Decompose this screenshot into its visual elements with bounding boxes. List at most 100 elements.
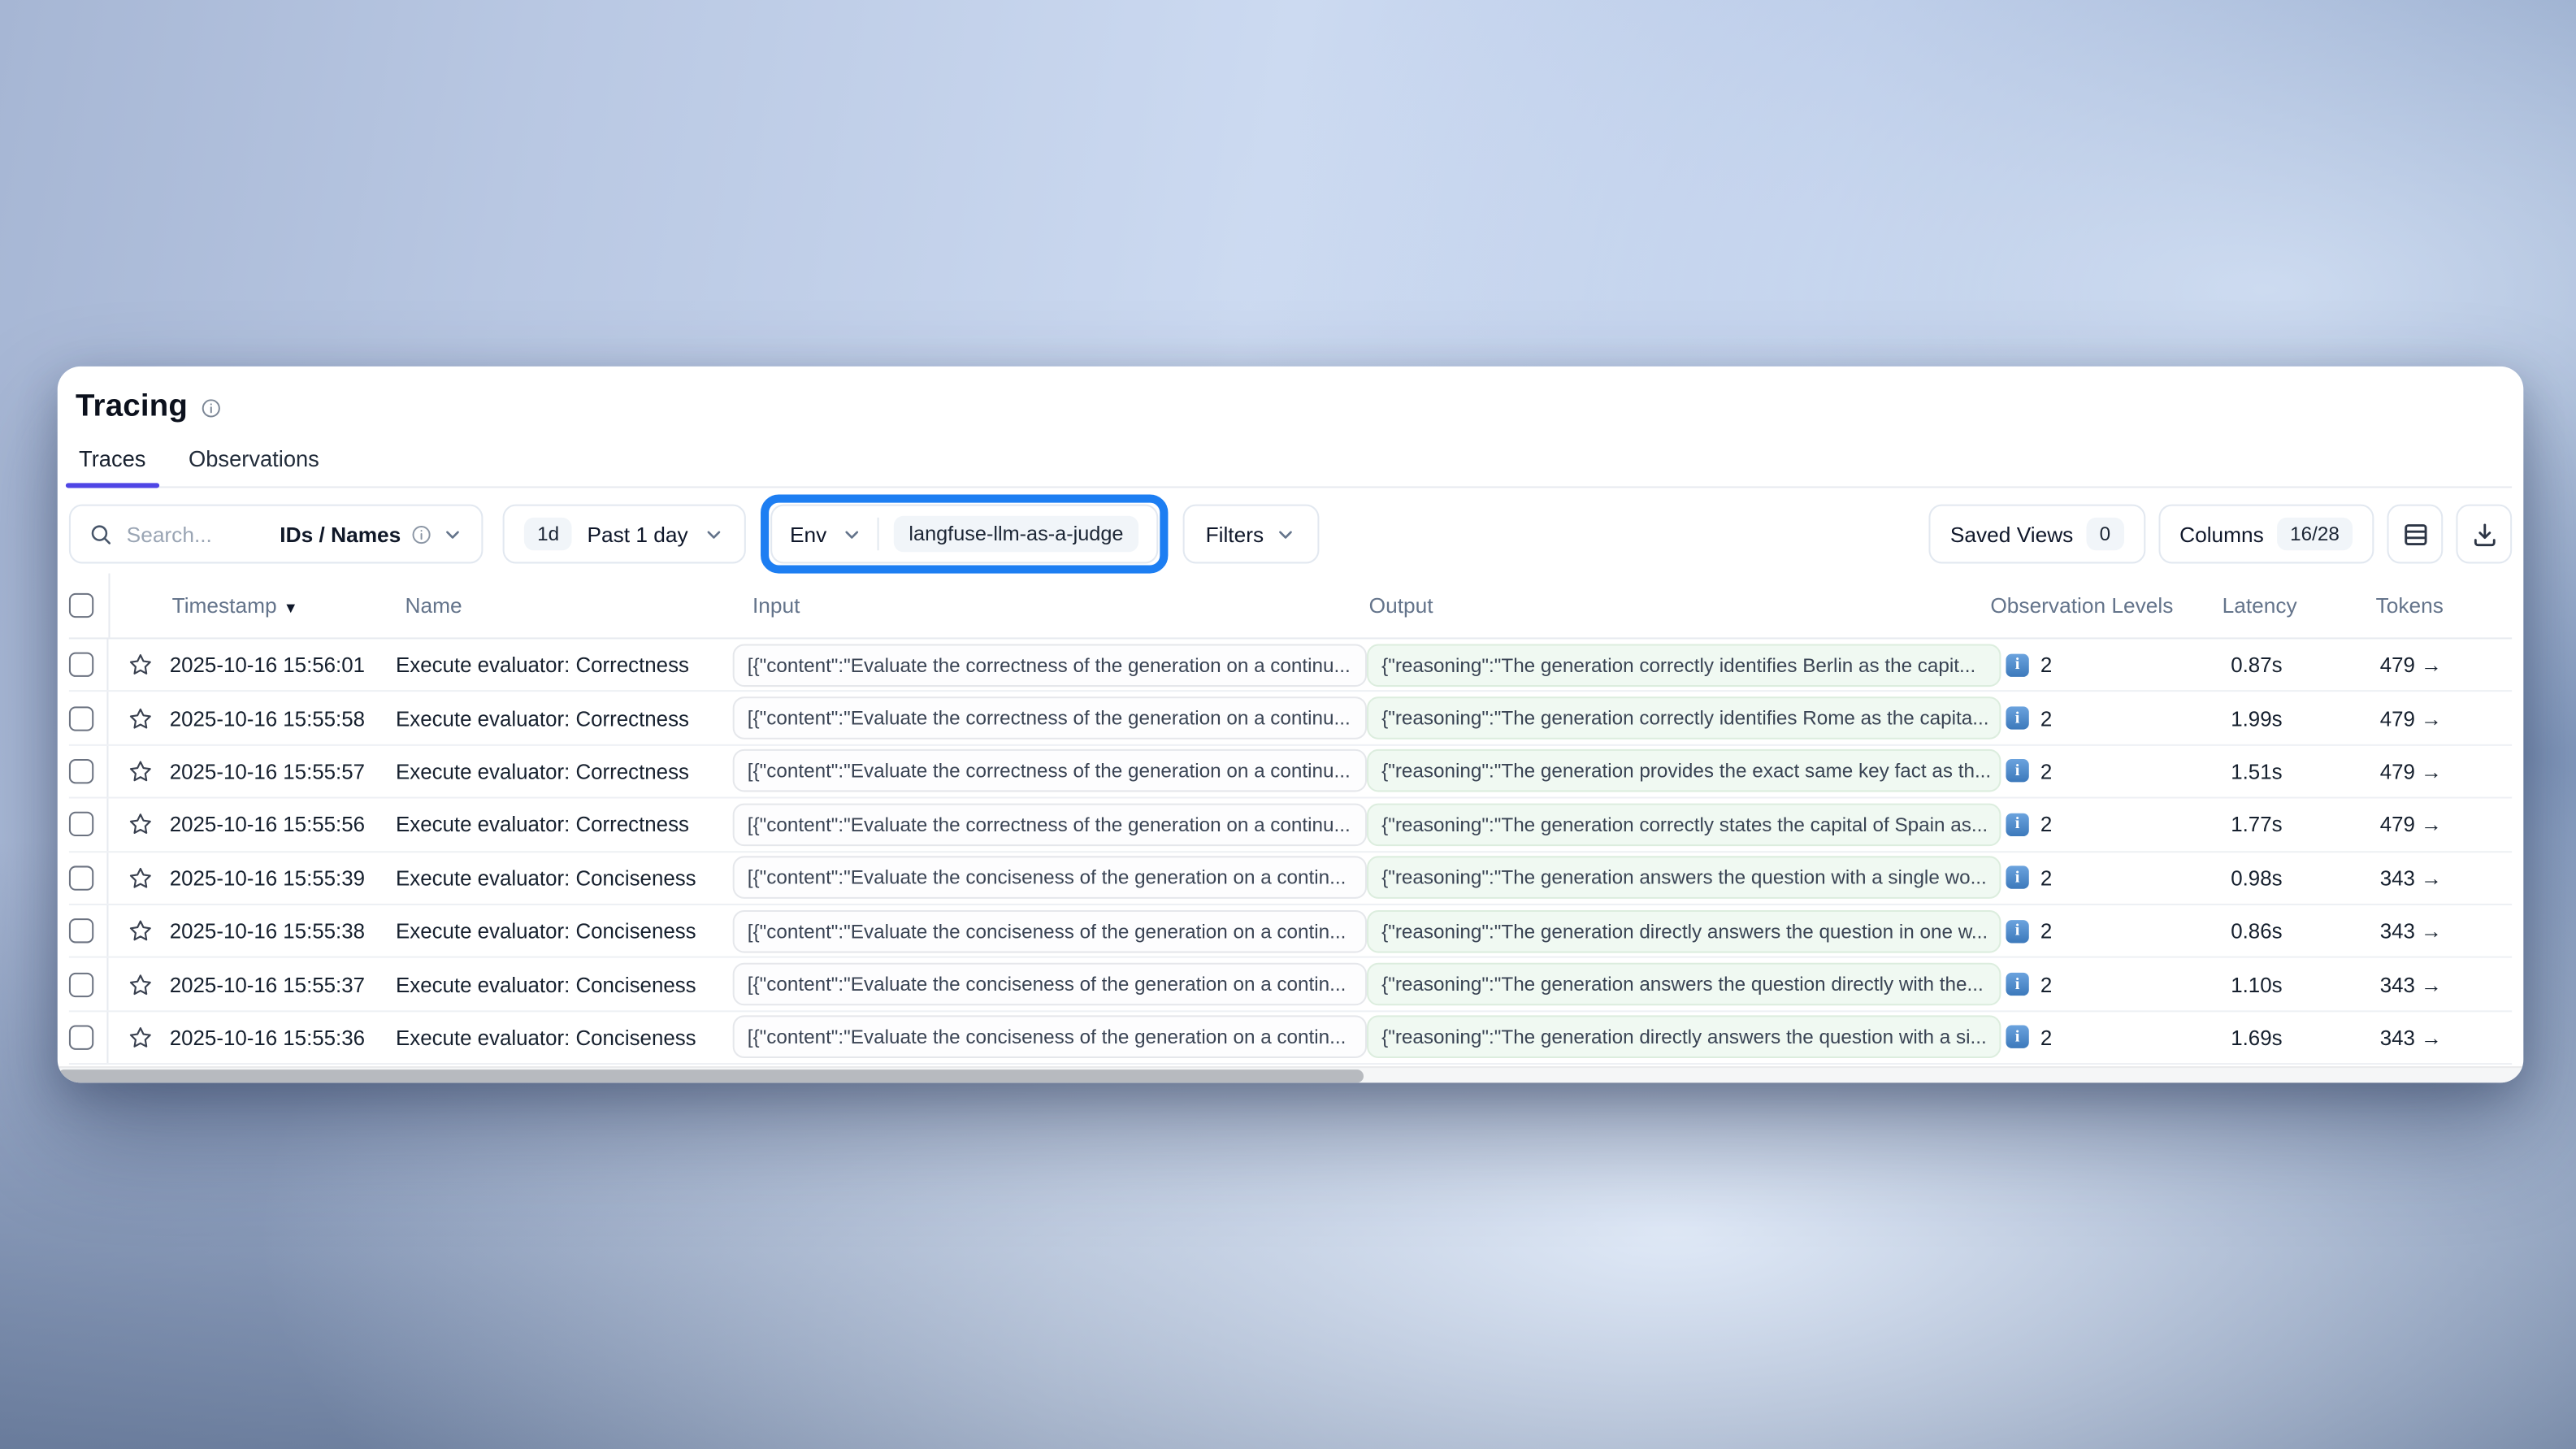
- tab-observations[interactable]: Observations: [189, 447, 319, 487]
- row-name[interactable]: Execute evaluator: Conciseness: [396, 972, 733, 996]
- row-output-preview[interactable]: {"reasoning":"The generation correctly i…: [1367, 644, 2001, 687]
- table-row[interactable]: 2025-10-16 15:55:58 Execute evaluator: C…: [69, 692, 2512, 745]
- row-input-preview[interactable]: [{"content":"Evaluate the conciseness of…: [733, 1016, 1367, 1059]
- row-timestamp[interactable]: 2025-10-16 15:55:39: [165, 865, 396, 890]
- search-box[interactable]: IDs / Names: [69, 505, 483, 564]
- row-checkbox[interactable]: [69, 1025, 93, 1049]
- row-output-preview[interactable]: {"reasoning":"The generation answers the…: [1367, 963, 2001, 1006]
- filters-button[interactable]: Filters: [1182, 505, 1320, 564]
- observation-level-icon: i: [2006, 866, 2028, 889]
- row-output-preview[interactable]: {"reasoning":"The generation correctly i…: [1367, 696, 2001, 740]
- header-timestamp[interactable]: Timestamp▼: [167, 593, 405, 618]
- row-output-preview[interactable]: {"reasoning":"The generation correctly s…: [1367, 803, 2001, 846]
- time-range-button[interactable]: 1d Past 1 day: [503, 505, 746, 564]
- table-row[interactable]: 2025-10-16 15:55:56 Execute evaluator: C…: [69, 799, 2512, 852]
- saved-views-label: Saved Views: [1950, 522, 2073, 546]
- export-button[interactable]: [2456, 505, 2512, 564]
- row-timestamp[interactable]: 2025-10-16 15:55:56: [165, 812, 396, 836]
- star-icon[interactable]: [128, 918, 153, 943]
- time-range-label: Past 1 day: [587, 522, 687, 546]
- row-output-preview[interactable]: {"reasoning":"The generation answers the…: [1367, 857, 2001, 900]
- title-info-icon[interactable]: [201, 397, 222, 418]
- row-input-preview[interactable]: [{"content":"Evaluate the conciseness of…: [733, 909, 1367, 952]
- columns-button[interactable]: Columns 16/28: [2158, 505, 2374, 564]
- row-name[interactable]: Execute evaluator: Correctness: [396, 653, 733, 677]
- row-checkbox[interactable]: [69, 812, 93, 836]
- search-icon: [89, 522, 113, 546]
- star-icon[interactable]: [128, 759, 153, 783]
- saved-views-button[interactable]: Saved Views 0: [1929, 505, 2145, 564]
- row-observation-count: 2: [2040, 918, 2052, 943]
- row-output-preview[interactable]: {"reasoning":"The generation directly an…: [1367, 909, 2001, 952]
- row-checkbox[interactable]: [69, 705, 93, 730]
- row-output-preview[interactable]: {"reasoning":"The generation directly an…: [1367, 1016, 2001, 1059]
- table-row[interactable]: 2025-10-16 15:55:36 Execute evaluator: C…: [69, 1012, 2512, 1065]
- row-latency: 1.69s: [2226, 1025, 2374, 1049]
- row-observation-count: 2: [2040, 705, 2052, 730]
- row-name[interactable]: Execute evaluator: Correctness: [396, 759, 733, 783]
- table-row[interactable]: 2025-10-16 15:56:01 Execute evaluator: C…: [69, 639, 2512, 692]
- table-row[interactable]: 2025-10-16 15:55:39 Execute evaluator: C…: [69, 852, 2512, 905]
- table-rows-icon: [2401, 520, 2429, 548]
- row-observation-count: 2: [2040, 972, 2052, 996]
- table-row[interactable]: 2025-10-16 15:55:38 Execute evaluator: C…: [69, 905, 2512, 958]
- env-filter-value[interactable]: langfuse-llm-as-a-judge: [894, 516, 1138, 552]
- row-checkbox[interactable]: [69, 865, 93, 890]
- row-name[interactable]: Execute evaluator: Conciseness: [396, 1025, 733, 1049]
- table-row[interactable]: 2025-10-16 15:55:37 Execute evaluator: C…: [69, 958, 2512, 1011]
- row-tokens: 343 →: [2375, 865, 2513, 890]
- chevron-down-icon: [842, 523, 863, 544]
- env-filter-button[interactable]: Env langfuse-llm-as-a-judge: [770, 505, 1158, 564]
- header-input: Input: [752, 593, 1369, 618]
- row-timestamp[interactable]: 2025-10-16 15:55:58: [165, 705, 396, 730]
- row-observation-count: 2: [2040, 812, 2052, 836]
- observation-level-icon: i: [2006, 1026, 2028, 1048]
- star-icon[interactable]: [128, 705, 153, 730]
- search-input[interactable]: [127, 522, 267, 546]
- row-timestamp[interactable]: 2025-10-16 15:55:37: [165, 972, 396, 996]
- row-input-preview[interactable]: [{"content":"Evaluate the correctness of…: [733, 803, 1367, 846]
- row-name[interactable]: Execute evaluator: Correctness: [396, 705, 733, 730]
- row-checkbox[interactable]: [69, 918, 93, 943]
- row-timestamp[interactable]: 2025-10-16 15:55:38: [165, 918, 396, 943]
- select-all-checkbox[interactable]: [69, 593, 93, 618]
- row-height-button[interactable]: [2387, 505, 2444, 564]
- star-icon[interactable]: [128, 1025, 153, 1049]
- scrollbar-thumb[interactable]: [58, 1069, 1364, 1082]
- row-latency: 0.98s: [2226, 865, 2374, 890]
- row-name[interactable]: Execute evaluator: Correctness: [396, 812, 733, 836]
- star-icon[interactable]: [128, 653, 153, 677]
- row-name[interactable]: Execute evaluator: Conciseness: [396, 865, 733, 890]
- row-tokens: 343 →: [2375, 918, 2513, 943]
- row-name[interactable]: Execute evaluator: Conciseness: [396, 918, 733, 943]
- row-tokens: 343 →: [2375, 1025, 2513, 1049]
- tab-bar: Traces Observations: [69, 447, 2512, 488]
- row-input-preview[interactable]: [{"content":"Evaluate the conciseness of…: [733, 963, 1367, 1006]
- row-tokens: 479 →: [2375, 759, 2513, 783]
- columns-label: Columns: [2179, 522, 2264, 546]
- tab-traces[interactable]: Traces: [79, 447, 145, 487]
- row-output-preview[interactable]: {"reasoning":"The generation provides th…: [1367, 750, 2001, 793]
- row-checkbox[interactable]: [69, 759, 93, 783]
- row-input-preview[interactable]: [{"content":"Evaluate the conciseness of…: [733, 857, 1367, 900]
- filters-label: Filters: [1206, 522, 1264, 546]
- table-row[interactable]: 2025-10-16 15:55:57 Execute evaluator: C…: [69, 745, 2512, 798]
- page-title: Tracing: [76, 389, 188, 425]
- row-timestamp[interactable]: 2025-10-16 15:56:01: [165, 653, 396, 677]
- row-input-preview[interactable]: [{"content":"Evaluate the correctness of…: [733, 696, 1367, 740]
- row-input-preview[interactable]: [{"content":"Evaluate the correctness of…: [733, 750, 1367, 793]
- row-checkbox[interactable]: [69, 972, 93, 996]
- star-icon[interactable]: [128, 865, 153, 890]
- row-tokens: 479 →: [2375, 653, 2513, 677]
- row-input-preview[interactable]: [{"content":"Evaluate the correctness of…: [733, 644, 1367, 687]
- row-timestamp[interactable]: 2025-10-16 15:55:36: [165, 1025, 396, 1049]
- horizontal-scrollbar[interactable]: [58, 1066, 2524, 1082]
- download-icon: [2470, 520, 2498, 548]
- star-icon[interactable]: [128, 972, 153, 996]
- star-icon[interactable]: [128, 812, 153, 836]
- row-timestamp[interactable]: 2025-10-16 15:55:57: [165, 759, 396, 783]
- search-mode-selector[interactable]: IDs / Names: [280, 522, 463, 546]
- row-observation-count: 2: [2040, 653, 2052, 677]
- row-tokens: 343 →: [2375, 972, 2513, 996]
- row-checkbox[interactable]: [69, 653, 93, 677]
